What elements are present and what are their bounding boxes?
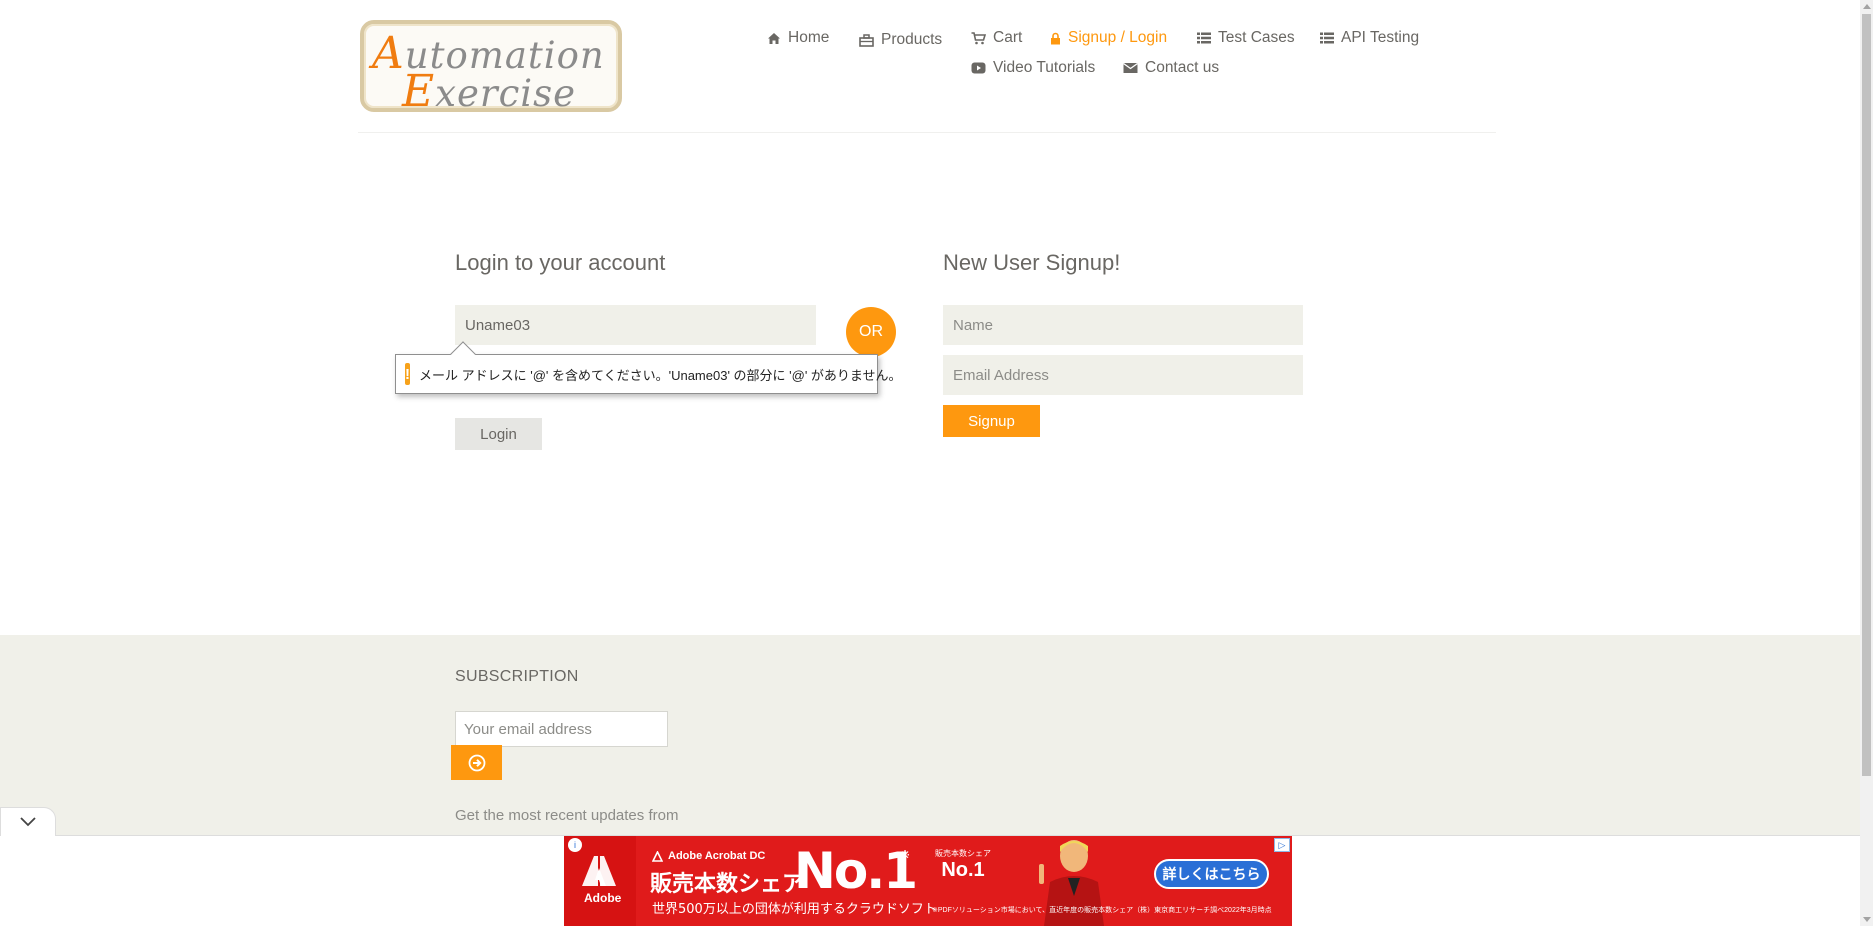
ad-asterisk: ※ xyxy=(900,848,911,862)
signup-button[interactable]: Signup xyxy=(943,405,1040,437)
nav-cart-label: Cart xyxy=(993,29,1023,46)
nav-signup-login-label: Signup / Login xyxy=(1068,29,1168,46)
nav-contact-us-label: Contact us xyxy=(1145,59,1220,76)
login-title: Login to your account xyxy=(455,250,666,275)
subscription-description: Get the most recent updates from xyxy=(455,807,679,824)
ad-product: Adobe Acrobat DC xyxy=(652,850,765,862)
nav-api-testing-label: API Testing xyxy=(1341,29,1420,46)
subscription-title: SUBSCRIPTION xyxy=(455,668,579,685)
site-logo[interactable]: Automation Exercise xyxy=(360,20,622,117)
validation-message: メール アドレスに '@' を含めてください。'Uname03' の部分に '@… xyxy=(419,367,902,383)
lock-icon xyxy=(1051,32,1060,44)
login-button[interactable]: Login xyxy=(455,418,542,450)
ad-brand-label: Adobe xyxy=(584,891,622,905)
list-icon xyxy=(1320,32,1334,44)
nav-video-tutorials-label: Video Tutorials xyxy=(993,59,1096,76)
chevron-down-icon xyxy=(20,817,36,827)
list-icon xyxy=(1197,32,1211,44)
nav-api-testing[interactable]: API Testing xyxy=(1320,29,1419,47)
nav-home-label: Home xyxy=(788,29,830,46)
page-scrollbar[interactable] xyxy=(1860,0,1873,926)
nav-products[interactable]: Products xyxy=(859,31,942,49)
ad-privacy-icon[interactable]: i xyxy=(568,838,582,852)
adobe-logo-icon xyxy=(582,856,616,886)
or-divider: OR xyxy=(846,307,896,357)
warning-icon: ! xyxy=(405,363,410,385)
nav-video-tutorials[interactable]: Video Tutorials xyxy=(971,59,1095,77)
subscribe-button[interactable] xyxy=(451,745,502,780)
ad-collapse-button[interactable] xyxy=(0,807,56,836)
briefcase-icon xyxy=(859,33,874,47)
logo-line-2: Exercise xyxy=(402,66,577,117)
scroll-down-arrow[interactable] xyxy=(1863,917,1871,922)
scroll-thumb[interactable] xyxy=(1862,14,1871,776)
scroll-up-arrow[interactable] xyxy=(1863,4,1871,9)
nav-test-cases[interactable]: Test Cases xyxy=(1197,29,1295,47)
home-icon xyxy=(768,32,780,44)
nav-signup-login[interactable]: Signup / Login xyxy=(1050,29,1167,47)
youtube-play-icon xyxy=(971,62,986,74)
ad-badge-big: No.1 xyxy=(941,859,985,881)
envelope-icon xyxy=(1123,62,1138,73)
footer xyxy=(0,635,1860,835)
nav-products-label: Products xyxy=(881,31,943,48)
signup-title: New User Signup! xyxy=(943,250,1121,275)
ad-fineprint: ※PDFソリューション市場において、直近年度の販売本数シェア（株）東京商工リサー… xyxy=(932,907,1272,914)
cart-icon xyxy=(971,31,986,44)
nav-test-cases-label: Test Cases xyxy=(1218,29,1295,46)
ad-banner[interactable]: Adobe Adobe Acrobat DC 販売本数シェア No.1 ※ 世界… xyxy=(564,836,1292,926)
login-email-input[interactable]: Uname03 xyxy=(455,305,816,345)
ad-product-label: Adobe Acrobat DC xyxy=(668,850,766,862)
arrow-circle-right-icon xyxy=(468,754,485,771)
ad-laurel-badge: 販売本数シェア No.1 xyxy=(930,848,996,898)
nav-contact-us[interactable]: Contact us xyxy=(1123,59,1219,77)
tooltip-arrow xyxy=(450,341,476,367)
ad-no1: No.1 xyxy=(794,842,918,900)
site-header: Automation Exercise Home Products Cart S… xyxy=(0,0,1860,134)
nav-cart[interactable]: Cart xyxy=(971,29,1022,47)
adchoices-icon[interactable]: ▷ xyxy=(1274,838,1290,852)
ad-badge-top: 販売本数シェア xyxy=(935,849,991,858)
nav-home[interactable]: Home xyxy=(767,29,829,47)
ad-subline: 世界500万以上の団体が利用するクラウドソフト xyxy=(652,902,937,917)
subscription-email-input[interactable]: Your email address xyxy=(455,711,668,747)
validation-tooltip: ! メール アドレスに '@' を含めてください。'Uname03' の部分に … xyxy=(395,341,902,394)
acrobat-icon xyxy=(652,850,663,862)
signup-email-input[interactable]: Email Address xyxy=(943,355,1303,395)
ad-cta-button[interactable]: 詳しくはこちら xyxy=(1154,859,1269,889)
header-divider xyxy=(358,132,1496,133)
ad-headline: 販売本数シェア xyxy=(650,872,805,897)
signup-name-input[interactable]: Name xyxy=(943,305,1303,345)
